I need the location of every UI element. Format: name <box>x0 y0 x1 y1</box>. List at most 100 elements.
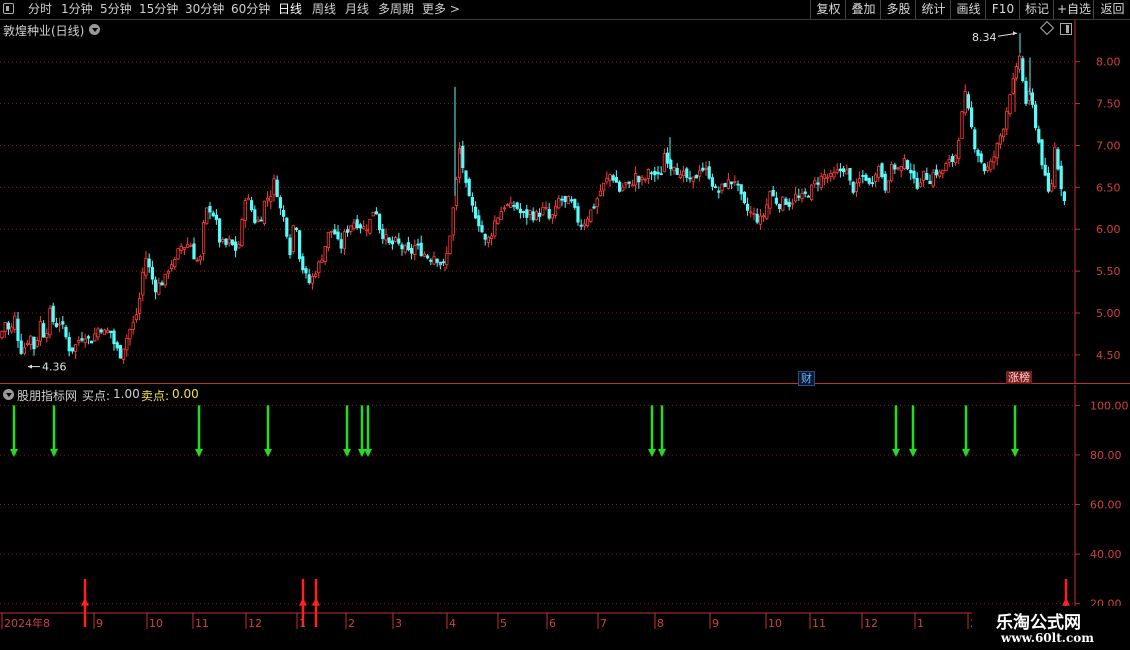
candle-body <box>6 322 10 330</box>
candle-body <box>77 340 81 343</box>
candle-body <box>918 182 923 188</box>
low-arrowhead <box>28 364 32 369</box>
candle-body <box>710 177 715 187</box>
candle-body <box>176 248 180 260</box>
candle-body <box>349 225 353 232</box>
candle-body <box>893 164 897 170</box>
candle-body <box>634 173 638 186</box>
indicator-dropdown-icon[interactable] <box>3 389 14 400</box>
x-tick-label: 5 <box>500 617 507 629</box>
candle-body <box>739 184 743 195</box>
period-tab-daily[interactable]: 日线 <box>278 0 302 19</box>
candle-body <box>864 174 868 181</box>
candle-body <box>538 212 542 217</box>
candle-body <box>806 195 811 198</box>
add-favorite-button[interactable]: +自选 <box>1053 0 1094 19</box>
candle-body <box>294 227 299 230</box>
period-tab-5min[interactable]: 5分钟 <box>100 0 132 19</box>
candle-body <box>493 220 497 237</box>
statistics-button[interactable]: 统计 <box>915 0 951 19</box>
candle-body <box>870 182 875 185</box>
period-tab-1min[interactable]: 1分钟 <box>61 0 93 19</box>
chevron-down-icon[interactable] <box>89 24 100 35</box>
candle-body <box>909 169 913 174</box>
candle-body <box>195 259 199 262</box>
indicator-chart[interactable]: 20.0040.0060.0080.00100.002024年8 9 10 11 12 1… <box>0 385 1130 629</box>
candle-body <box>9 326 14 333</box>
candle-body <box>403 245 407 253</box>
candle-body <box>505 204 510 207</box>
candle-body <box>48 308 52 336</box>
candle-body <box>365 229 369 232</box>
candle-body <box>854 182 859 192</box>
candle-body <box>288 237 292 256</box>
y-tick-label: 40.00 <box>1090 548 1122 561</box>
finance-badge[interactable]: 财 <box>798 371 815 386</box>
candle-body <box>189 245 193 247</box>
candle-body <box>470 197 475 206</box>
candle-body <box>230 239 234 246</box>
candle-body <box>598 190 603 196</box>
candle-body <box>237 243 241 249</box>
restore-rights-button[interactable]: 复权 <box>810 0 846 19</box>
candle-body <box>582 223 587 227</box>
candle-body <box>416 243 420 246</box>
candle-body <box>1008 94 1012 114</box>
menu-icon[interactable] <box>3 3 14 14</box>
period-tab-multi[interactable]: 多周期 <box>378 0 414 19</box>
buy-label: 买点: <box>82 389 111 403</box>
candle-body <box>301 256 305 271</box>
period-tab-30min[interactable]: 30分钟 <box>185 0 224 19</box>
draw-line-button[interactable]: 画线 <box>950 0 986 19</box>
candle-body <box>473 206 478 219</box>
candle-body <box>253 209 257 224</box>
f10-button[interactable]: F10 <box>985 0 1020 19</box>
candle-body <box>425 255 430 259</box>
candle-body <box>67 337 71 352</box>
candle-body <box>861 175 865 177</box>
x-tick-label: 10 <box>149 617 163 629</box>
period-tab-timeshare[interactable]: 分时 <box>28 0 52 19</box>
x-tick-label: 3 <box>395 617 402 629</box>
candle-body <box>832 172 836 178</box>
x-tick-label: 1 <box>299 617 306 629</box>
candle-body <box>393 237 398 242</box>
candle-body <box>307 274 311 284</box>
candle-body <box>74 344 78 352</box>
candlestick-chart[interactable]: 4.50 5.00 5.50 6.00 6.50 7.00 7.50 8.00 8.34 4.36 <box>0 20 1130 384</box>
layout-toggle-icon[interactable] <box>1060 23 1072 35</box>
period-tab-60min[interactable]: 60分钟 <box>231 0 270 19</box>
candle-body <box>752 213 756 215</box>
candle-body <box>400 244 404 250</box>
candle-body <box>278 197 283 209</box>
candle-body <box>826 176 830 179</box>
candle-body <box>557 198 561 209</box>
candle-body <box>566 196 571 205</box>
candle-body <box>13 315 17 330</box>
candle-body <box>249 200 254 211</box>
candle-body <box>976 149 980 156</box>
candle-body <box>589 209 593 222</box>
y-tick-label: 5.50 <box>1096 265 1121 278</box>
candle-body <box>467 178 471 197</box>
limit-up-badge[interactable]: 涨榜 <box>1006 371 1032 384</box>
candle-body <box>144 257 148 276</box>
period-tab-more[interactable]: 更多 > <box>422 0 460 19</box>
candle-body <box>637 175 641 183</box>
candle-body <box>413 245 417 255</box>
overlay-button[interactable]: 叠加 <box>845 0 881 19</box>
period-tab-15min[interactable]: 15分钟 <box>139 0 178 19</box>
sell-arrow-icon <box>50 448 58 457</box>
multi-stock-button[interactable]: 多股 <box>880 0 916 19</box>
mark-button[interactable]: 标记 <box>1019 0 1054 19</box>
candle-body <box>954 154 958 164</box>
candle-body <box>96 328 100 338</box>
period-tab-weekly[interactable]: 周线 <box>312 0 336 19</box>
back-button[interactable]: 返回 <box>1093 0 1130 19</box>
candle-body <box>934 169 939 176</box>
candle-body <box>358 224 363 229</box>
x-tick-label: 6 <box>549 617 556 629</box>
candle-body <box>42 323 46 338</box>
candle-body <box>512 205 516 207</box>
period-tab-monthly[interactable]: 月线 <box>345 0 369 19</box>
